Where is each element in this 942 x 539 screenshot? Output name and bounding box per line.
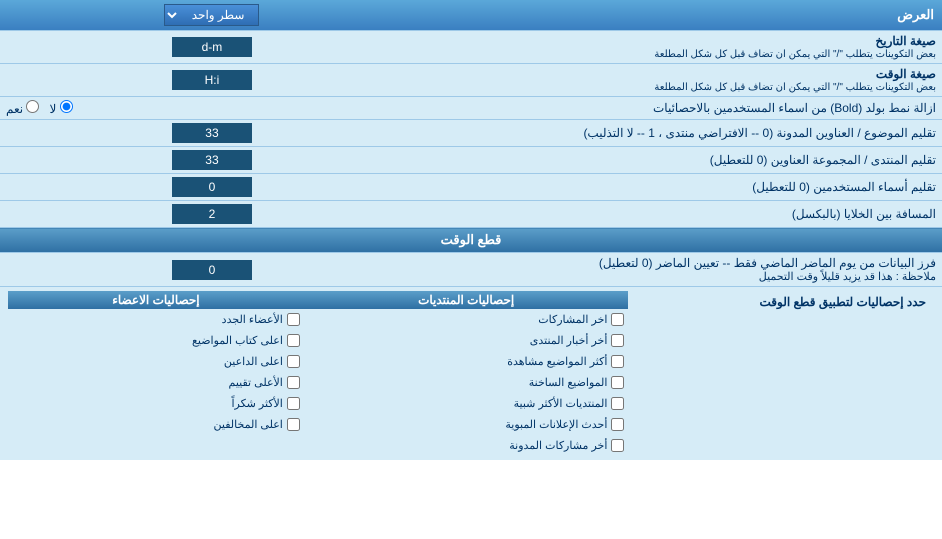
time-format-label: صيغة الوقت بعض التكوينات يتطلب "/" التي …	[424, 64, 942, 97]
usernames-label: تقليم أسماء المستخدمين (0 للتعطيل)	[424, 174, 942, 201]
date-format-label: صيغة التاريخ بعض التكوينات يتطلب "/" الت…	[424, 31, 942, 64]
cell-spacing-input-cell: 2	[0, 201, 424, 228]
col1-item-0: اخر المشاركات	[304, 309, 629, 330]
bold-no-label: لا	[49, 100, 72, 116]
col2-label-2: اعلى الداعين	[224, 355, 283, 368]
bold-yes-radio[interactable]	[26, 100, 39, 113]
time-cut-section-header: قطع الوقت	[0, 228, 942, 253]
col1-checkbox-6[interactable]	[611, 439, 624, 452]
col2-label-1: اعلى كتاب المواضيع	[192, 334, 283, 347]
cell-spacing-value: 2	[172, 204, 252, 224]
usernames-input-cell: 0	[0, 174, 424, 201]
topics-titles-value: 33	[172, 123, 252, 143]
col2-checkbox-4[interactable]	[287, 397, 300, 410]
col2-checkbox-1[interactable]	[287, 334, 300, 347]
col1-checkbox-1[interactable]	[611, 334, 624, 347]
col2-header: إحصاليات الاعضاء	[8, 291, 304, 309]
col1-checkbox-5[interactable]	[611, 418, 624, 431]
limit-section-label: حدد إحصاليات لتطبيق قطع الوقت	[628, 291, 934, 456]
date-format-value: d-m	[172, 37, 252, 57]
bold-remove-label: ازالة نمط بولد (Bold) من اسماء المستخدمي…	[424, 97, 942, 120]
bold-remove-radio-cell: لا نعم	[0, 97, 424, 120]
col2-checkbox-3[interactable]	[287, 376, 300, 389]
col1-checkbox-4[interactable]	[611, 397, 624, 410]
col1-checkbox-0[interactable]	[611, 313, 624, 326]
col2-label-0: الأعضاء الجدد	[222, 313, 283, 326]
cell-spacing-label: المسافة بين الخلايا (بالبكسل)	[424, 201, 942, 228]
col2-item-0: الأعضاء الجدد	[8, 309, 304, 330]
col1-label-2: أكثر المواضيع مشاهدة	[507, 355, 607, 368]
usernames-value: 0	[172, 177, 252, 197]
time-format-value: H:i	[172, 70, 252, 90]
col1-label-6: أخر مشاركات المدونة	[509, 439, 607, 452]
select-control[interactable]: سطر واحد	[0, 0, 424, 31]
col2-label-4: الأكثر شكراً	[231, 397, 282, 410]
col1-label-1: أخر أخبار المنتدى	[530, 334, 608, 347]
bold-no-radio[interactable]	[60, 100, 73, 113]
col1-header: إحصاليات المنتديات	[304, 291, 629, 309]
col1-checkbox-3[interactable]	[611, 376, 624, 389]
time-cut-value: 0	[172, 260, 252, 280]
col2-label-3: الأعلى تقييم	[229, 376, 283, 389]
col1-label-5: أحدث الإعلانات المبوية	[505, 418, 607, 431]
forum-titles-value: 33	[172, 150, 252, 170]
display-label: العرض	[424, 0, 942, 31]
row-select[interactable]: سطر واحد	[164, 4, 259, 26]
col1-label-0: اخر المشاركات	[538, 313, 607, 326]
col2-checkbox-5[interactable]	[287, 418, 300, 431]
bold-yes-label: نعم	[6, 100, 39, 116]
col2-label-5: اعلى المخالفين	[214, 418, 283, 431]
forum-titles-label: تقليم المنتدى / المجموعة العناوين (0 للت…	[424, 147, 942, 174]
col1-label-4: المنتديات الأكثر شبية	[514, 397, 608, 410]
forum-titles-input-cell: 33	[0, 147, 424, 174]
col2-checkbox-2[interactable]	[287, 355, 300, 368]
time-format-input-cell: H:i	[0, 64, 424, 97]
date-format-input-cell: d-m	[0, 31, 424, 64]
col1-label-3: المواضيع الساخنة	[529, 376, 608, 389]
topics-titles-label: تقليم الموضوع / العناوين المدونة (0 -- ا…	[424, 120, 942, 147]
col1-checkbox-2[interactable]	[611, 355, 624, 368]
time-cut-label: فرز البيانات من يوم الماضر الماضي فقط --…	[424, 253, 942, 287]
topics-titles-input-cell: 33	[0, 120, 424, 147]
time-cut-input-cell: 0	[0, 253, 424, 287]
col2-checkbox-0[interactable]	[287, 313, 300, 326]
